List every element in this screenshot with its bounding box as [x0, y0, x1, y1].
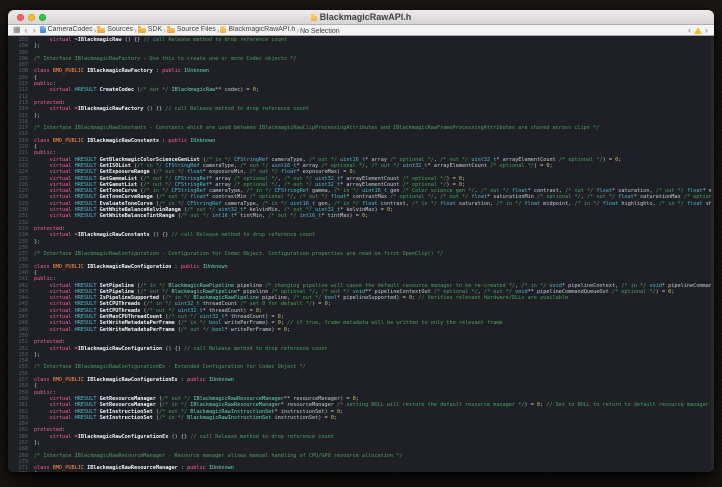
code-line[interactable]: 272{	[8, 471, 714, 472]
code-text: /* Interface IBlackmagicRawConstants - C…	[34, 125, 600, 132]
breadcrumb-label: CameraCodec	[47, 25, 93, 33]
zoom-button[interactable]	[39, 14, 46, 21]
breadcrumb-label: Source Files	[176, 26, 216, 33]
code-text: class BMD_PUBLIC IBlackmagicRawConstants…	[34, 137, 216, 144]
header-file-icon	[220, 25, 227, 33]
code-text: class BMD_PUBLIC IBlackmagicRawResourceM…	[34, 465, 234, 472]
folder-icon	[137, 26, 146, 33]
code-text: /* Interface IBlackmagicRawConfiguration…	[34, 251, 444, 258]
breadcrumb-item[interactable]: Sources	[97, 26, 133, 33]
warning-triangle-icon[interactable]	[694, 26, 702, 34]
breadcrumb-label: No Selection	[299, 27, 340, 35]
breadcrumb-label: BlackmagicRawAPI.h	[228, 25, 296, 33]
folder-icon	[166, 26, 175, 33]
code-text: class BMD_PUBLIC IBlackmagicRawConfigura…	[34, 377, 234, 384]
breadcrumb-item[interactable]: SDK	[137, 26, 163, 33]
code-text: };	[34, 112, 41, 119]
document-proxy-icon[interactable]	[310, 13, 317, 21]
close-button[interactable]	[17, 14, 24, 21]
code-text: virtual ~IBlackmagicRawConfiguration () …	[49, 345, 328, 352]
code-text: };	[34, 440, 41, 446]
back-button[interactable]: ‹	[24, 26, 29, 35]
code-text: virtual HRESULT SetInstructionSet (/* in…	[49, 414, 338, 421]
breadcrumb-item[interactable]: Source Files	[166, 26, 216, 33]
breadcrumb-item[interactable]: No Selection	[300, 28, 340, 35]
next-issue-button[interactable]: ›	[704, 25, 709, 35]
code-text: /* Interface IBlackmagicRawResourceManag…	[34, 452, 403, 459]
window-title: BlackmagicRawAPI.h	[310, 12, 412, 22]
previous-issue-button[interactable]: ‹	[687, 25, 692, 35]
code-text: /* Interface IBlackmagicRawConfiguration…	[34, 364, 306, 371]
code-text: /* Interface IBlackmagicRawFactory - Use…	[34, 55, 297, 62]
code-text: };	[34, 43, 41, 50]
code-text: virtual ~IBlackmagicRaw () {} // call Re…	[49, 37, 288, 43]
code-text: virtual HRESULT GetWhiteBalanceTintRange…	[49, 213, 369, 220]
line-number[interactable]: 272	[8, 471, 34, 472]
code-text: };	[34, 238, 41, 245]
xcode-editor-window: BlackmagicRawAPI.h ▦ ‹ › CameraCodec › Sou…	[8, 10, 714, 472]
code-text: virtual ~IBlackmagicRawConfigurationEx (…	[49, 433, 334, 440]
code-text: virtual ~IBlackmagicRawFactory () {} // …	[49, 106, 309, 113]
breadcrumb-label: SDK	[147, 26, 163, 33]
breadcrumb: ▦ ‹ › CameraCodec › Sources › SDK › Source Fil…	[13, 25, 687, 35]
code-text: };	[34, 351, 41, 358]
code-text: class BMD_PUBLIC IBlackmagicRawFactory :…	[34, 68, 209, 75]
jump-bar: ▦ ‹ › CameraCodec › Sources › SDK › Source Fil…	[8, 25, 714, 36]
code-text: class BMD_PUBLIC IBlackmagicRawConfigura…	[34, 263, 228, 270]
window-title-text: BlackmagicRawAPI.h	[319, 12, 412, 22]
code-text: virtual HRESULT GetWriteMetadataPerFrame…	[49, 326, 291, 333]
source-editor[interactable]: 203 virtual ~IBlackmagicRaw () {} // cal…	[8, 36, 714, 472]
breadcrumb-items: CameraCodec › Sources › SDK › Source Files › Bla…	[39, 25, 340, 35]
traffic-lights	[17, 14, 46, 21]
window-titlebar[interactable]: BlackmagicRawAPI.h	[8, 10, 714, 25]
folder-icon	[97, 26, 106, 33]
breadcrumb-item[interactable]: CameraCodec	[39, 25, 93, 33]
code-text: virtual ~IBlackmagicRawConstants () {} /…	[49, 232, 316, 239]
breadcrumb-label: Sources	[107, 26, 134, 33]
issue-navigator: ‹ ›	[687, 25, 709, 35]
code-text: virtual HRESULT CreateCodec (/* out */ I…	[49, 87, 259, 94]
breadcrumb-item[interactable]: BlackmagicRawAPI.h	[220, 25, 296, 33]
minimize-button[interactable]	[28, 14, 35, 21]
related-items-grid-icon[interactable]: ▦	[13, 26, 21, 34]
code-text: {	[34, 471, 37, 472]
forward-button[interactable]: ›	[32, 26, 37, 35]
project-file-icon	[39, 25, 46, 33]
